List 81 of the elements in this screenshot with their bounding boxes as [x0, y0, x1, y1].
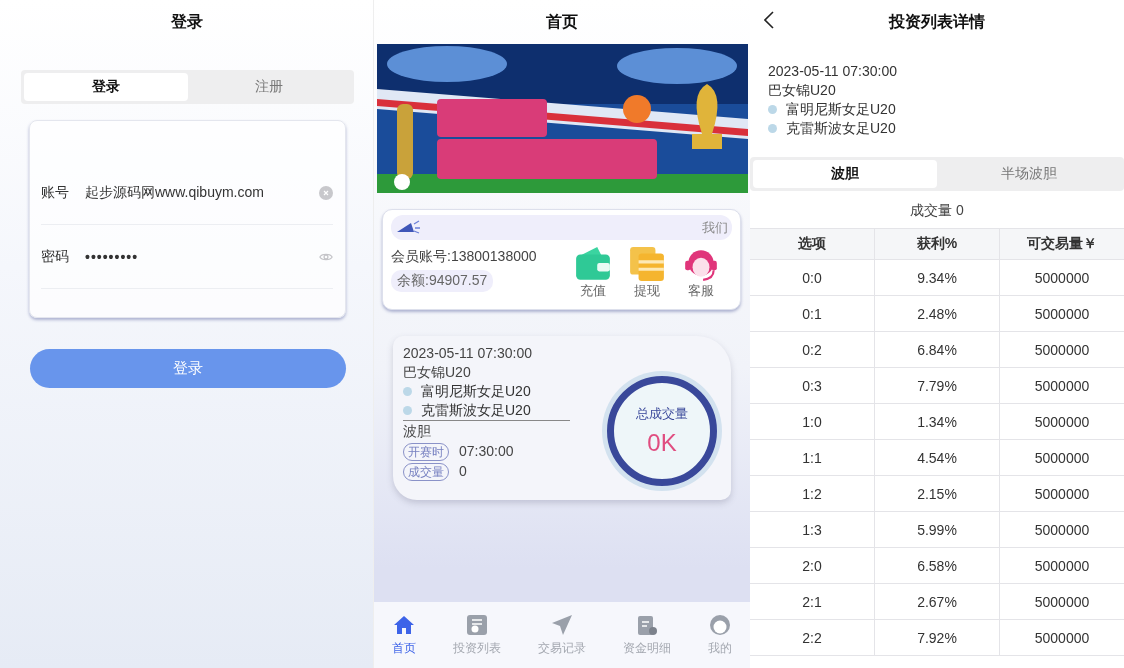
nav-item[interactable]: 首页	[392, 613, 417, 657]
tab[interactable]: 波胆	[753, 160, 937, 188]
match-time: 2023-05-11 07:30:00	[403, 344, 533, 363]
table-cell: 2.67%	[875, 584, 1000, 619]
table-cell: 4.54%	[875, 440, 1000, 475]
table-cell: 2:0	[750, 548, 875, 583]
table-cell-text: 5000000	[1033, 412, 1091, 432]
action-button[interactable]: 充值	[574, 246, 612, 300]
team-dot	[403, 406, 412, 415]
notice-text: 我们	[702, 218, 728, 237]
team-dot	[768, 105, 777, 114]
field-label: 账号	[41, 183, 70, 202]
column-header: 选项	[750, 229, 875, 259]
table-cell: 9.34%	[875, 260, 1000, 295]
team-name: 克雷斯波女足U20	[421, 401, 531, 420]
table-cell: 2.15%	[875, 476, 1000, 511]
megaphone-icon	[395, 219, 421, 236]
balance-badge: 余额:94907.57	[391, 270, 494, 292]
table-cell: 0:1	[750, 296, 875, 331]
team-name: 克雷斯波女足U20	[786, 119, 896, 138]
action-button[interactable]: 客服	[682, 246, 720, 300]
table-cell-text: 5000000	[1033, 556, 1091, 576]
table-cell: 1.34%	[875, 404, 1000, 439]
table-cell: 1:3	[750, 512, 875, 547]
wallet-icon	[574, 246, 612, 282]
clear-icon[interactable]	[319, 185, 333, 200]
table-cell-text: 5000000	[1033, 592, 1091, 612]
ring-label: 总成交量	[636, 405, 688, 423]
table-cell-text: 5000000	[1033, 304, 1091, 324]
table-cell-text: 5000000	[1033, 628, 1091, 648]
page-title: 投资列表详情	[889, 11, 985, 32]
league-name: 巴女锦U20	[768, 81, 837, 100]
table-cell: 7.92%	[875, 620, 1000, 655]
volume-value: 0	[459, 462, 467, 481]
table-cell-text: 5000000	[1033, 448, 1091, 468]
list-icon	[465, 613, 490, 637]
page-title: 首页	[546, 11, 578, 32]
table-cell: 2:1	[750, 584, 875, 619]
table-cell: 6.84%	[875, 332, 1000, 367]
table-cell: 6.58%	[875, 548, 1000, 583]
table-cell: 7.79%	[875, 368, 1000, 403]
table-cell-text: 5000000	[1033, 268, 1091, 288]
table-cell: 0:0	[750, 260, 875, 295]
team-dot	[768, 124, 777, 133]
table-cell: 2:2	[750, 620, 875, 655]
table-cell-text: 5000000	[1033, 520, 1091, 540]
back-icon[interactable]	[764, 11, 774, 29]
input-field[interactable]: 起步源码网www.qibuym.com	[85, 183, 319, 202]
send-icon	[550, 613, 574, 637]
table-cell: 0:3	[750, 368, 875, 403]
match-time: 2023-05-11 07:30:00	[768, 62, 898, 81]
field-label: 密码	[41, 247, 70, 266]
table-cell: 5.99%	[875, 512, 1000, 547]
kickoff-time: 07:30:00	[459, 442, 514, 461]
tab[interactable]: 登录	[24, 73, 188, 101]
login-button[interactable]: 登录	[30, 349, 346, 388]
table-cell: 1:1	[750, 440, 875, 475]
team-name: 富明尼斯女足U20	[421, 382, 531, 401]
tab[interactable]: 半场波胆	[937, 160, 1121, 188]
table-cell: 1:0	[750, 404, 875, 439]
table-cell: 2.48%	[875, 296, 1000, 331]
action-button[interactable]: 提现	[628, 246, 666, 300]
account-number: 会员账号:13800138000	[391, 248, 537, 266]
cards-icon	[628, 246, 666, 282]
volume-text: 成交量 0	[910, 202, 964, 218]
table-cell: 1:2	[750, 476, 875, 511]
table-cell: 0:2	[750, 332, 875, 367]
team-name: 富明尼斯女足U20	[786, 100, 896, 119]
profile-icon	[707, 613, 732, 637]
ring-value: 0K	[647, 429, 677, 457]
page-title: 登录	[170, 11, 203, 32]
table-cell-text: 5000000	[1033, 484, 1091, 504]
league-name: 巴女锦U20	[403, 363, 472, 382]
market-name: 波胆	[403, 422, 432, 441]
column-header: 可交易量￥	[1026, 234, 1098, 253]
table-cell-text: 5000000	[1033, 376, 1091, 396]
table-cell-text: 5000000	[1033, 340, 1091, 360]
column-header: 获利%	[875, 229, 1000, 259]
team-dot	[403, 387, 412, 396]
tab[interactable]: 注册	[187, 73, 351, 101]
input-field[interactable]: •••••••••	[85, 248, 319, 265]
